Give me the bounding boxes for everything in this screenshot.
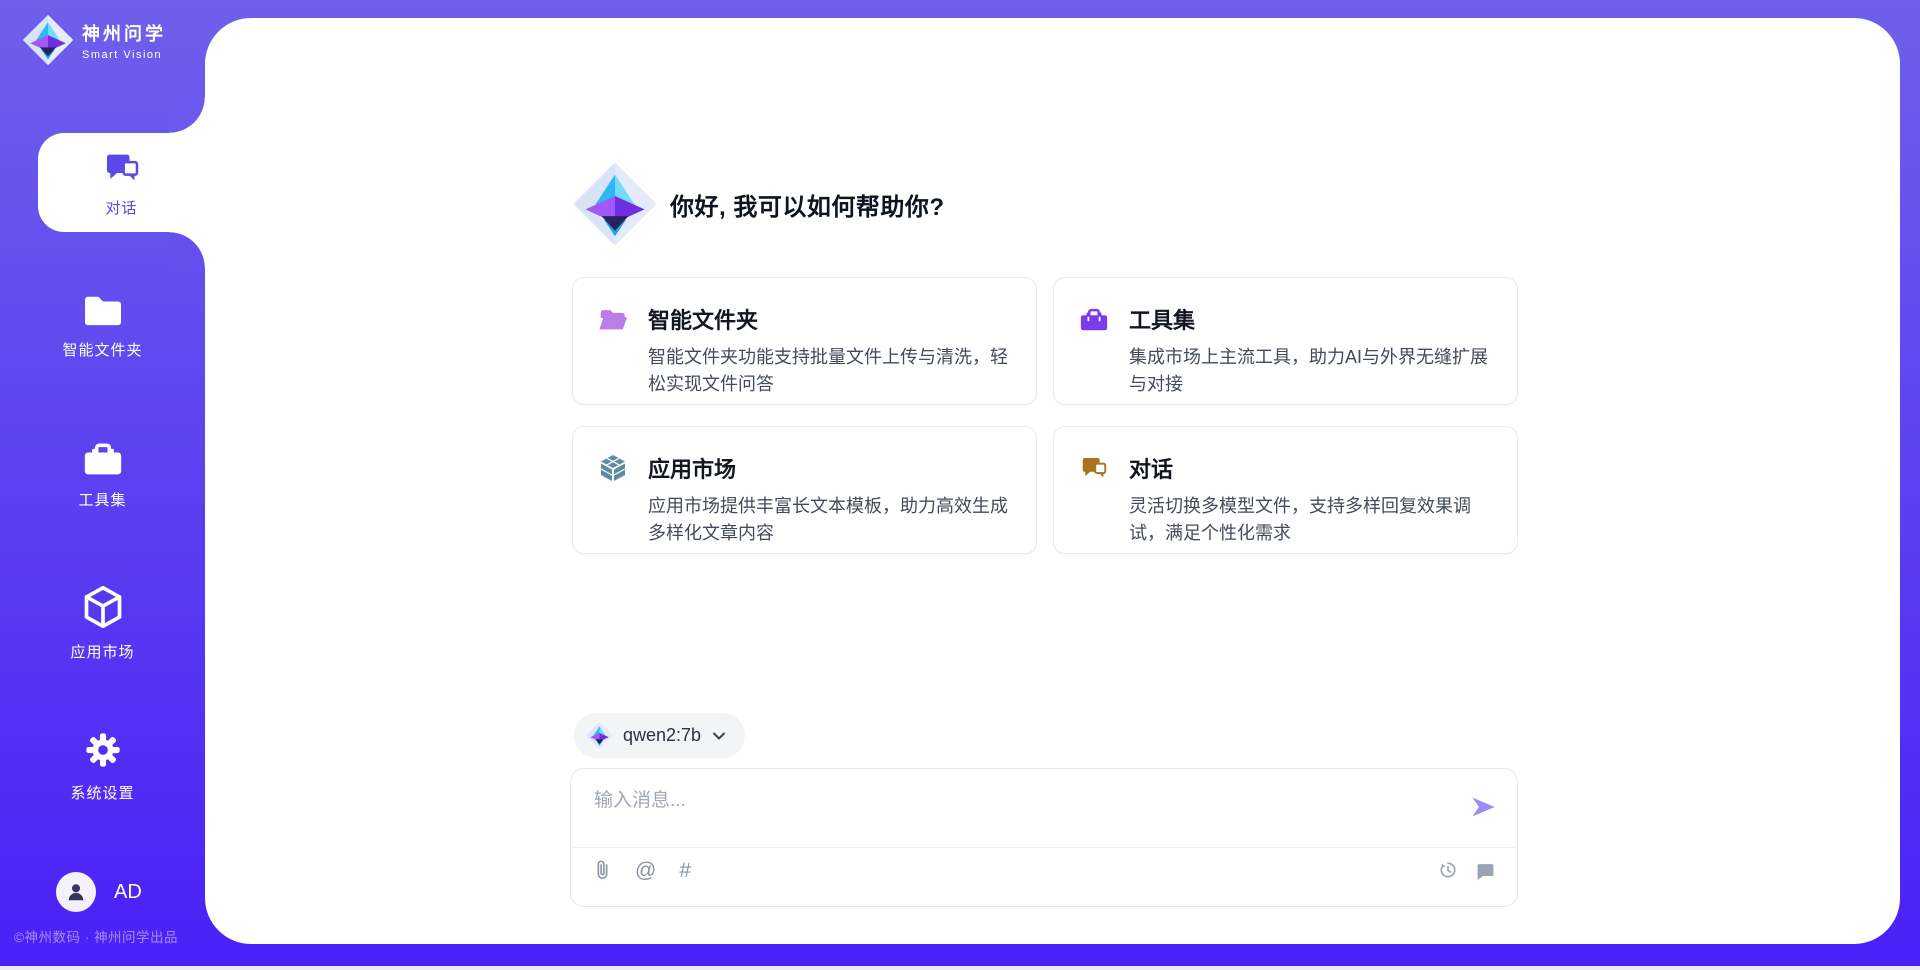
chat-bubble-icon[interactable] [1476,861,1495,880]
app-logo[interactable]: 神州问学 Smart Vision [22,14,166,66]
card-title: 工具集 [1129,303,1195,335]
message-input[interactable] [594,785,1444,837]
greeting-title: 你好, 我可以如何帮助你? [670,187,945,222]
card-description: 应用市场提供丰富长文本模板，助力高效生成多样化文章内容 [648,493,1012,547]
user-account[interactable]: AD [56,872,142,912]
sidebar-item-label: 系统设置 [70,782,134,803]
folder-icon [82,292,124,328]
sidebar-item-label: 对话 [105,197,137,218]
composer-toolbar: @ # [593,859,1495,881]
sidebar-item-toolset[interactable]: 工具集 [0,438,205,510]
copyright-text: ©神州数码 · 神州问学出品 [14,926,204,946]
sidebar-item-chat[interactable]: 对话 [38,133,205,232]
sidebar-item-smart-folder[interactable]: 智能文件夹 [0,292,205,360]
composer-divider [571,847,1517,848]
folder-open-icon [598,304,628,334]
greeting-block: 你好, 我可以如何帮助你? [572,161,945,247]
card-title: 智能文件夹 [648,303,758,335]
brand-gem-icon [22,14,74,66]
gear-icon [82,729,124,771]
greeting-gem-icon [572,161,658,247]
sidebar-item-app-market[interactable]: 应用市场 [0,584,205,662]
chat-bubbles-icon [102,148,142,188]
model-gem-icon [586,722,613,749]
card-description: 灵活切换多模型文件，支持多样回复效果调试，满足个性化需求 [1129,493,1493,547]
content-column: 你好, 我可以如何帮助你? 智能文件夹 智能文件夹功能支持批量文件上传与清洗，轻… [570,18,1520,944]
person-icon [65,881,87,903]
sidebar-item-label: 工具集 [78,489,126,510]
send-icon[interactable] [1469,793,1497,821]
mention-icon[interactable]: @ [635,860,656,881]
sidebar-item-label: 应用市场 [70,641,134,662]
message-composer: @ # [570,768,1518,907]
tab-fillet-bottom [169,232,205,268]
history-icon[interactable] [1438,860,1458,880]
sidebar-item-settings[interactable]: 系统设置 [0,729,205,803]
hashtag-icon[interactable]: # [679,860,691,881]
user-name: AD [114,881,142,904]
card-description: 智能文件夹功能支持批量文件上传与清洗，轻松实现文件问答 [648,344,1012,398]
window-bottom-edge [0,966,1920,970]
attach-icon[interactable] [593,859,612,881]
card-title: 应用市场 [648,452,736,484]
sidebar: 神州问学 Smart Vision 对话 智能文件夹 工具集 [0,0,205,970]
sidebar-item-label: 智能文件夹 [62,339,142,360]
brand-subtitle: Smart Vision [82,49,166,61]
toolbox-icon [81,438,125,478]
model-selector[interactable]: qwen2:7b [574,713,745,758]
tab-fillet-top [169,97,205,133]
feature-cards: 智能文件夹 智能文件夹功能支持批量文件上传与清洗，轻松实现文件问答 工具集 [572,277,1518,554]
main-panel: 你好, 我可以如何帮助你? 智能文件夹 智能文件夹功能支持批量文件上传与清洗，轻… [205,18,1900,944]
chevron-down-icon [711,728,727,744]
brand-name: 神州问学 [82,20,166,46]
chat-bubbles-icon [1079,453,1109,483]
avatar [56,872,96,912]
card-toolset[interactable]: 工具集 集成市场上主流工具，助力AI与外界无缝扩展与对接 [1053,277,1518,405]
brand-text: 神州问学 Smart Vision [82,20,166,61]
toolbox-icon [1079,304,1109,334]
card-chat[interactable]: 对话 灵活切换多模型文件，支持多样回复效果调试，满足个性化需求 [1053,426,1518,554]
card-title: 对话 [1129,452,1173,484]
card-app-market[interactable]: 应用市场 应用市场提供丰富长文本模板，助力高效生成多样化文章内容 [572,426,1037,554]
model-name: qwen2:7b [623,725,701,746]
card-smart-folder[interactable]: 智能文件夹 智能文件夹功能支持批量文件上传与清洗，轻松实现文件问答 [572,277,1037,405]
card-description: 集成市场上主流工具，助力AI与外界无缝扩展与对接 [1129,344,1493,398]
cube-grid-icon [598,453,628,483]
cube-icon [81,584,125,630]
